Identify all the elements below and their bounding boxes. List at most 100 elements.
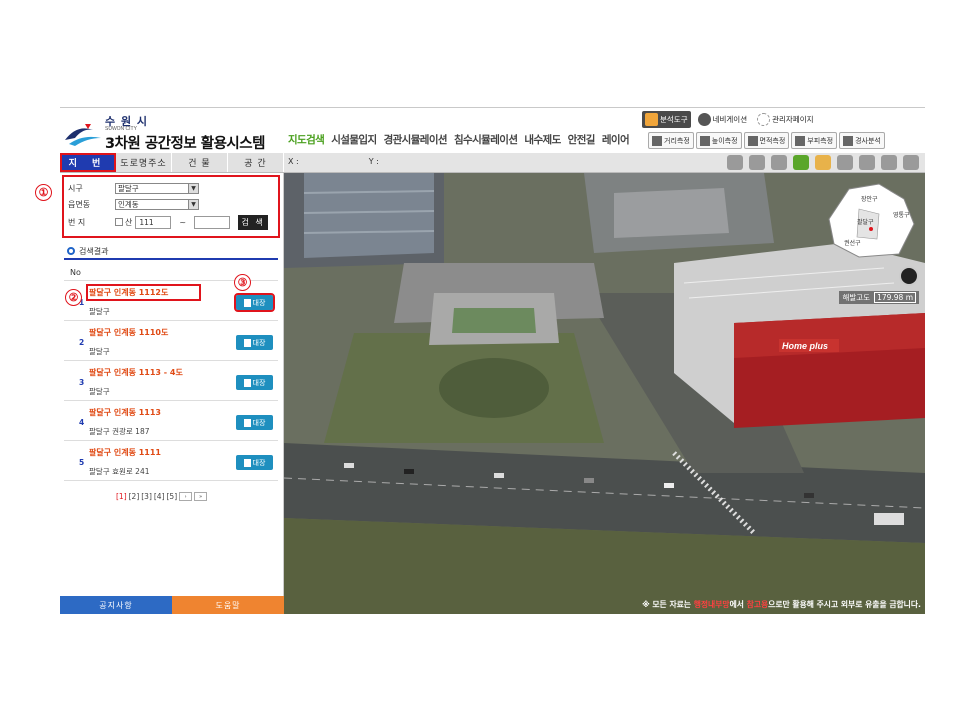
result-row[interactable]: 2 팔달구 인계동 1110도 팔달구 대장 — [64, 322, 278, 361]
menu-facility-location[interactable]: 시설물입지 — [331, 132, 377, 147]
result-title[interactable]: 팔달구 인계동 1113 — [89, 407, 161, 418]
walk-icon[interactable] — [771, 155, 787, 170]
slope-analysis-button[interactable]: 경사분석 — [839, 132, 885, 149]
minimap-label: 팔달구 — [857, 218, 874, 226]
menu-internal-system[interactable]: 내수제도 — [524, 132, 561, 147]
dong-row: 읍면동 인계동 ▼ — [68, 197, 199, 211]
result-row[interactable]: 3 팔달구 인계동 1113 - 4도 팔달구 대장 — [64, 362, 278, 401]
altitude-readout: 해발고도 179.98 m — [839, 291, 919, 304]
district-minimap[interactable]: 장안구 팔달구 권선구 영통구 — [819, 179, 919, 261]
document-icon — [243, 418, 251, 427]
search-button[interactable]: 검 색 — [238, 214, 269, 230]
ledger-button[interactable]: 대장 — [236, 375, 273, 390]
ledger-label: 대장 — [252, 338, 266, 347]
ledger-label: 대장 — [252, 298, 266, 307]
ledger-button[interactable]: 대장 — [234, 293, 275, 312]
height-measure-button[interactable]: 높이측정 — [695, 132, 742, 149]
top-tools: 분석도구 네비게이션 관리자페이지 — [642, 111, 817, 128]
pagination: [1] [2] [3] [4] [5] › » — [116, 492, 208, 501]
sigu-select[interactable]: 팔달구 ▼ — [115, 182, 199, 194]
result-road: 팔달구 — [89, 387, 110, 396]
minimap-label: 장안구 — [861, 195, 878, 203]
menu-landscape-sim[interactable]: 경관시뮬레이션 — [384, 132, 448, 147]
analysis-tool-label: 분석도구 — [660, 115, 688, 124]
result-title[interactable]: 팔달구 인계동 1110도 — [89, 327, 168, 338]
tab-space[interactable]: 공 간 — [228, 153, 284, 172]
jibun-row: 번 지 산 111 ~ 검 색 — [68, 214, 269, 230]
menu-flood-sim[interactable]: 침수시뮬레이션 — [454, 132, 518, 147]
minimap-label: 권선구 — [844, 239, 861, 247]
ledger-button[interactable]: 대장 — [236, 335, 273, 350]
tab-building[interactable]: 건 물 — [172, 153, 228, 172]
ledger-label: 대장 — [252, 458, 266, 467]
analysis-tool-button[interactable]: 분석도구 — [642, 111, 691, 128]
san-checkbox[interactable] — [115, 218, 123, 226]
notice-button[interactable]: 공지사항 — [60, 596, 172, 614]
navigation-button[interactable]: 네비게이션 — [695, 111, 751, 128]
next-page-button[interactable]: › — [179, 492, 193, 501]
help-button[interactable]: 도움말 — [172, 596, 284, 614]
volume-measure-label: 부피측정 — [807, 136, 834, 145]
fullscreen-icon[interactable] — [881, 155, 897, 170]
result-title[interactable]: 팔달구 인계동 1111 — [89, 447, 161, 458]
app-window: 수 원 시 SUWON CITY 3차원 공간정보 활용시스템 지도검색 시설물… — [35, 107, 925, 614]
disclaimer-text: 으로만 활용해 주시고 외부로 유출을 금합니다. — [768, 600, 921, 609]
slope-icon — [843, 135, 854, 146]
result-road: 팔달구 — [89, 307, 110, 316]
suwon-logo[interactable]: 수 원 시 SUWON CITY 3차원 공간정보 활용시스템 — [63, 112, 288, 152]
disclaimer-text: ※ 모든 자료는 — [642, 600, 691, 609]
jibun-sub-input[interactable] — [194, 215, 231, 229]
altitude-label: 해발고도 — [842, 293, 871, 302]
settings-icon[interactable] — [903, 155, 919, 170]
result-row[interactable]: 4 팔달구 인계동 1113 팔달구 권광로 187 대장 — [64, 402, 278, 441]
result-row[interactable]: 5 팔달구 인계동 1111 팔달구 효원로 241 대장 — [64, 442, 278, 481]
page-link[interactable]: [3] — [141, 492, 152, 501]
last-page-button[interactable]: » — [194, 492, 208, 501]
volume-icon — [795, 135, 806, 146]
dong-label: 읍면동 — [68, 199, 91, 209]
map-viewport[interactable]: Home plus 장안구 팔달구 권선구 영통구 해발고도 179.98 m — [284, 173, 925, 614]
distance-measure-button[interactable]: 거리측정 — [648, 132, 694, 149]
area-measure-button[interactable]: 면적측정 — [743, 132, 790, 149]
menu-map-search[interactable]: 지도검색 — [288, 132, 325, 147]
jibun-dash: ~ — [179, 217, 187, 227]
navigation-label: 네비게이션 — [712, 115, 748, 124]
search-results-title: 검색결과 — [79, 246, 109, 256]
dong-select[interactable]: 인계동 ▼ — [115, 198, 199, 210]
ledger-button[interactable]: 대장 — [236, 415, 273, 430]
volume-measure-button[interactable]: 부피측정 — [791, 132, 838, 149]
annotation-badge-3: ③ — [234, 274, 251, 291]
result-no: 5 — [79, 458, 85, 467]
dong-value: 인계동 — [118, 199, 139, 209]
system-title: 3차원 공간정보 활용시스템 — [105, 136, 265, 152]
admin-page-button[interactable]: 관리자페이지 — [754, 111, 816, 128]
jibun-main-input[interactable]: 111 — [135, 215, 172, 229]
result-no: 4 — [79, 418, 85, 427]
image-save-icon[interactable] — [859, 155, 875, 170]
fly-icon[interactable] — [793, 155, 809, 170]
left-bottom-bar: 공지사항 도움말 — [60, 596, 284, 614]
result-title[interactable]: 팔달구 인계동 1113 - 4도 — [89, 367, 183, 378]
print-icon[interactable] — [837, 155, 853, 170]
hand-icon[interactable] — [815, 155, 831, 170]
ledger-button[interactable]: 대장 — [236, 455, 273, 470]
annotation-badge-1: ① — [35, 184, 52, 201]
compass-icon[interactable] — [899, 266, 919, 286]
disclaimer-highlight: 행정내부망 — [693, 600, 730, 609]
coord-x-label: X : — [288, 157, 299, 166]
page-link[interactable]: [2] — [129, 492, 140, 501]
globe-icon[interactable] — [749, 155, 765, 170]
gear-icon — [757, 113, 771, 126]
page-link[interactable]: [4] — [154, 492, 165, 501]
height-measure-label: 높이측정 — [711, 136, 738, 145]
document-icon — [243, 378, 251, 387]
result-title[interactable]: 팔달구 인계동 1112도 — [85, 284, 202, 301]
page-link[interactable]: [5] — [167, 492, 178, 501]
tab-road-address[interactable]: 도로명주소 — [116, 153, 172, 172]
left-panel: 지 번 도로명주소 건 물 공 간 시구 팔달구 ▼ 읍면동 인계동 ▼ 번 지… — [60, 153, 284, 614]
menu-layer[interactable]: 레이어 — [602, 132, 630, 147]
tab-jibun[interactable]: 지 번 — [60, 153, 116, 172]
menu-safe-road[interactable]: 안전길 — [568, 132, 596, 147]
page-link-current[interactable]: [1] — [116, 492, 127, 501]
cloud-icon[interactable] — [727, 155, 743, 170]
